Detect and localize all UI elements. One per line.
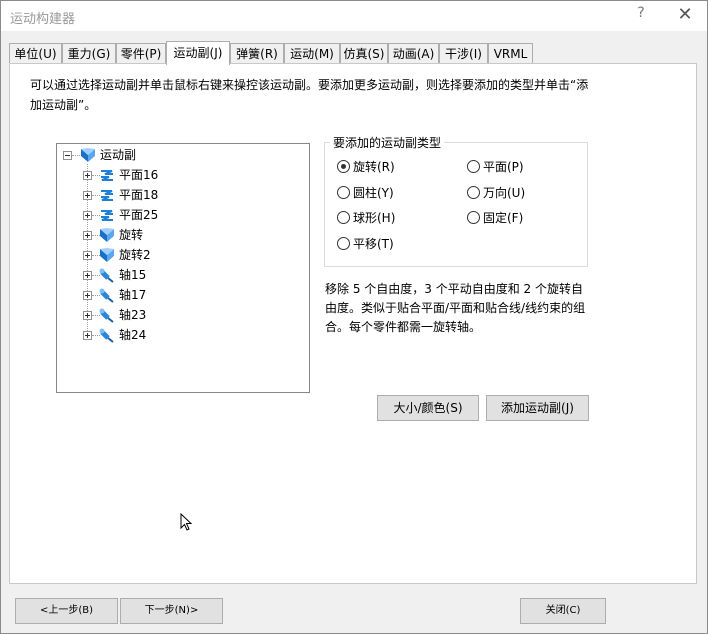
close-window-button[interactable]: ✕ — [673, 4, 697, 28]
radio-label: 平移(T) — [353, 237, 394, 251]
tree-connector — [87, 164, 88, 335]
tree-item-label: 平面25 — [119, 208, 159, 222]
expand-toggle[interactable] — [83, 251, 92, 260]
tab-animation[interactable]: 动画(A) — [388, 43, 439, 63]
tree-line — [72, 155, 80, 156]
tree-item-label: 平面18 — [119, 188, 159, 202]
tab-parts[interactable]: 零件(P) — [116, 43, 166, 63]
joint-tree[interactable]: 运动副 平面16 平面18 平面25 旋转 旋转2 轴15 轴17 轴23 轴2… — [56, 143, 310, 393]
revolute-joint-icon — [100, 228, 114, 242]
window-title: 运动构建器 — [10, 12, 76, 27]
joint-type-group-title: 要添加的运动副类型 — [330, 134, 445, 151]
expand-toggle[interactable] — [83, 291, 92, 300]
tab-simulation[interactable]: 仿真(S) — [340, 43, 388, 63]
tree-item-label: 轴17 — [119, 288, 147, 302]
radio-label: 平面(P) — [483, 160, 524, 174]
axis-joint-icon — [99, 328, 114, 343]
tab-units[interactable]: 单位(U) — [9, 43, 62, 63]
planar-joint-icon — [101, 190, 113, 201]
radio-indicator[interactable] — [467, 211, 480, 224]
tree-item-label: 轴15 — [119, 268, 147, 282]
planar-joint-icon — [101, 170, 113, 181]
tab-motion[interactable]: 运动(M) — [284, 43, 340, 63]
radio-label: 固定(F) — [483, 211, 524, 225]
expand-toggle[interactable] — [83, 231, 92, 240]
tree-item-label: 旋转 — [119, 228, 144, 242]
expand-toggle[interactable] — [83, 331, 92, 340]
tab-interference[interactable]: 干涉(I) — [439, 43, 488, 63]
radio-label: 圆柱(Y) — [353, 186, 394, 200]
description-text: 可以通过选择运动副并单击鼠标右键来操控该运动副。要添加更多运动副，则选择要添加的… — [30, 78, 589, 112]
revolute-joint-icon — [100, 248, 114, 262]
next-button[interactable]: 下一步(N)> — [120, 598, 223, 624]
expand-toggle[interactable] — [83, 211, 92, 220]
radio-label: 万向(U) — [483, 186, 526, 200]
axis-joint-icon — [99, 288, 114, 303]
tab-springs[interactable]: 弹簧(R) — [230, 43, 284, 63]
joint-info-text: 移除 5 个自由度，3 个平动自由度和 2 个旋转自由度。类似于贴合平面/平面和… — [325, 282, 586, 334]
add-joint-button[interactable]: 添加运动副(J) — [486, 395, 589, 421]
help-button[interactable]: ? — [631, 5, 651, 27]
expand-toggle[interactable] — [83, 271, 92, 280]
tab-vrml[interactable]: VRML — [488, 43, 533, 63]
tree-root-label: 运动副 — [100, 148, 137, 162]
tree-item-label: 旋转2 — [119, 248, 151, 262]
radio-indicator[interactable] — [467, 160, 480, 173]
mouse-cursor-icon — [180, 513, 192, 531]
expand-toggle[interactable] — [83, 191, 92, 200]
close-button[interactable]: 关闭(C) — [520, 598, 606, 624]
tree-item-label: 平面16 — [119, 168, 159, 182]
axis-joint-icon — [99, 268, 114, 283]
prev-button[interactable]: <上一步(B) — [15, 598, 118, 624]
title-bar: 运动构建器 ? ✕ — [1, 1, 707, 31]
revolute-joint-icon — [81, 148, 95, 162]
tab-joints[interactable]: 运动副(J) — [166, 41, 230, 65]
radio-indicator[interactable] — [337, 160, 350, 173]
axis-joint-icon — [99, 308, 114, 323]
expand-toggle[interactable] — [83, 171, 92, 180]
radio-label: 旋转(R) — [353, 160, 395, 174]
radio-indicator[interactable] — [337, 237, 350, 250]
size-color-button[interactable]: 大小/颜色(S) — [377, 395, 479, 421]
radio-label: 球形(H) — [353, 211, 396, 225]
planar-joint-icon — [101, 210, 113, 221]
radio-indicator[interactable] — [337, 186, 350, 199]
collapse-toggle[interactable] — [63, 151, 72, 160]
radio-indicator[interactable] — [337, 211, 350, 224]
tab-gravity[interactable]: 重力(G) — [62, 43, 116, 63]
tree-item-label: 轴24 — [119, 328, 147, 342]
radio-indicator[interactable] — [467, 186, 480, 199]
expand-toggle[interactable] — [83, 311, 92, 320]
tree-item-label: 轴23 — [119, 308, 147, 322]
close-icon: ✕ — [677, 4, 693, 25]
